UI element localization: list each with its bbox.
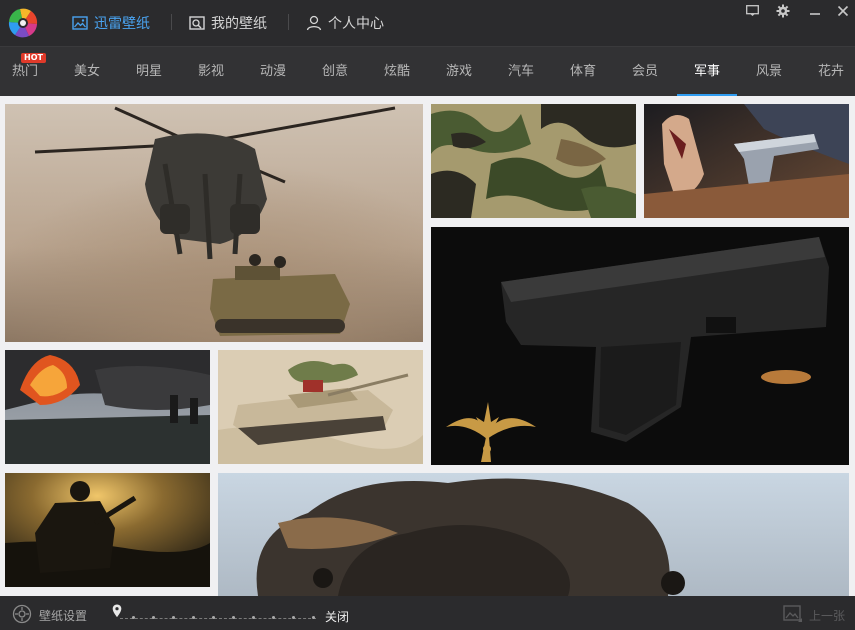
slider-off-label[interactable]: 关闭 bbox=[325, 608, 349, 625]
tab-divider bbox=[171, 14, 172, 30]
slider-tick bbox=[132, 616, 135, 619]
my-wallpaper-icon bbox=[189, 15, 205, 31]
category-label: 美女 bbox=[73, 64, 100, 79]
category-label: 创意 bbox=[321, 64, 348, 79]
slider-tick bbox=[152, 616, 155, 619]
category-label: 明星 bbox=[135, 64, 162, 79]
gear-icon[interactable] bbox=[775, 3, 791, 19]
category-label: 体育 bbox=[569, 64, 596, 79]
category-cool[interactable]: 炫酷 bbox=[372, 47, 422, 97]
slider-tick bbox=[312, 616, 315, 619]
image-icon bbox=[72, 16, 88, 30]
category-military[interactable]: 军事 bbox=[677, 47, 737, 97]
app-logo-icon[interactable] bbox=[6, 6, 40, 40]
category-sports[interactable]: 体育 bbox=[558, 47, 608, 97]
slider-tick bbox=[212, 616, 215, 619]
category-label: 军事 bbox=[693, 64, 720, 79]
wallpaper-thumbnail[interactable] bbox=[218, 473, 849, 596]
wallpaper-thumbnail[interactable] bbox=[431, 104, 636, 218]
tab-my-wallpaper[interactable]: 我的壁纸 bbox=[189, 12, 267, 34]
category-scenery[interactable]: 风景 bbox=[744, 47, 794, 97]
category-member[interactable]: 会员 bbox=[620, 47, 670, 97]
category-flowers[interactable]: 花卉 bbox=[806, 47, 855, 97]
user-icon bbox=[306, 15, 322, 31]
tab-label: 我的壁纸 bbox=[211, 16, 267, 32]
category-cars[interactable]: 汽车 bbox=[496, 47, 546, 97]
tab-label: 迅雷壁纸 bbox=[94, 16, 150, 32]
category-hot[interactable]: 热门 HOT bbox=[0, 47, 50, 97]
category-creative[interactable]: 创意 bbox=[310, 47, 360, 97]
category-stars[interactable]: 明星 bbox=[124, 47, 174, 97]
category-label: 风景 bbox=[755, 64, 782, 79]
hot-badge: HOT bbox=[21, 53, 46, 63]
category-label: 动漫 bbox=[259, 64, 286, 79]
settings-label: 壁纸设置 bbox=[39, 609, 88, 623]
wallpaper-app-window: 迅雷壁纸 我的壁纸 个人中心 热门 HOT 美女 明星 影视 动漫 创意 炫酷 … bbox=[0, 0, 855, 630]
category-beauty[interactable]: 美女 bbox=[62, 47, 112, 97]
category-film[interactable]: 影视 bbox=[186, 47, 236, 97]
wallpaper-thumbnail[interactable] bbox=[218, 350, 423, 464]
category-label: 游戏 bbox=[445, 64, 472, 79]
slider-tick bbox=[232, 616, 235, 619]
feedback-icon[interactable] bbox=[744, 3, 760, 19]
slider-tick bbox=[292, 616, 295, 619]
settings-gear-icon bbox=[12, 604, 32, 627]
category-bar: 热门 HOT 美女 明星 影视 动漫 创意 炫酷 游戏 汽车 体育 会员 军事 … bbox=[0, 46, 855, 97]
wallpaper-settings-button[interactable]: 壁纸设置 bbox=[12, 604, 87, 627]
slider-tick bbox=[192, 616, 195, 619]
slider-tick bbox=[172, 616, 175, 619]
location-pin-icon[interactable] bbox=[112, 603, 122, 622]
category-games[interactable]: 游戏 bbox=[434, 47, 484, 97]
wallpaper-thumbnail[interactable] bbox=[5, 473, 210, 587]
category-label: 汽车 bbox=[507, 64, 534, 79]
auto-change-interval-slider[interactable] bbox=[112, 603, 318, 623]
category-label: 花卉 bbox=[817, 64, 844, 79]
category-label: 热门 bbox=[11, 64, 38, 79]
slider-tick bbox=[272, 616, 275, 619]
tab-personal-center[interactable]: 个人中心 bbox=[306, 12, 384, 34]
category-anime[interactable]: 动漫 bbox=[248, 47, 298, 97]
minimize-icon[interactable] bbox=[807, 3, 823, 19]
close-icon[interactable] bbox=[835, 3, 851, 19]
wallpaper-grid bbox=[0, 96, 855, 596]
previous-image-icon bbox=[783, 605, 803, 626]
tab-label: 个人中心 bbox=[328, 16, 384, 32]
category-label: 炫酷 bbox=[383, 64, 410, 79]
wallpaper-thumbnail[interactable] bbox=[5, 350, 210, 464]
wallpaper-thumbnail[interactable] bbox=[5, 104, 423, 342]
previous-label: 上一张 bbox=[808, 609, 845, 623]
category-label: 影视 bbox=[197, 64, 224, 79]
previous-wallpaper-button[interactable]: 上一张 bbox=[783, 605, 845, 626]
slider-track bbox=[120, 618, 316, 619]
tab-xunlei-wallpaper[interactable]: 迅雷壁纸 bbox=[72, 12, 150, 34]
tab-divider bbox=[288, 14, 289, 30]
wallpaper-thumbnail[interactable] bbox=[431, 227, 849, 465]
bottom-bar: 壁纸设置 关闭 上一张 bbox=[0, 596, 855, 630]
title-bar: 迅雷壁纸 我的壁纸 个人中心 bbox=[0, 0, 855, 46]
wallpaper-thumbnail[interactable] bbox=[644, 104, 849, 218]
slider-tick bbox=[252, 616, 255, 619]
category-label: 会员 bbox=[631, 64, 658, 79]
